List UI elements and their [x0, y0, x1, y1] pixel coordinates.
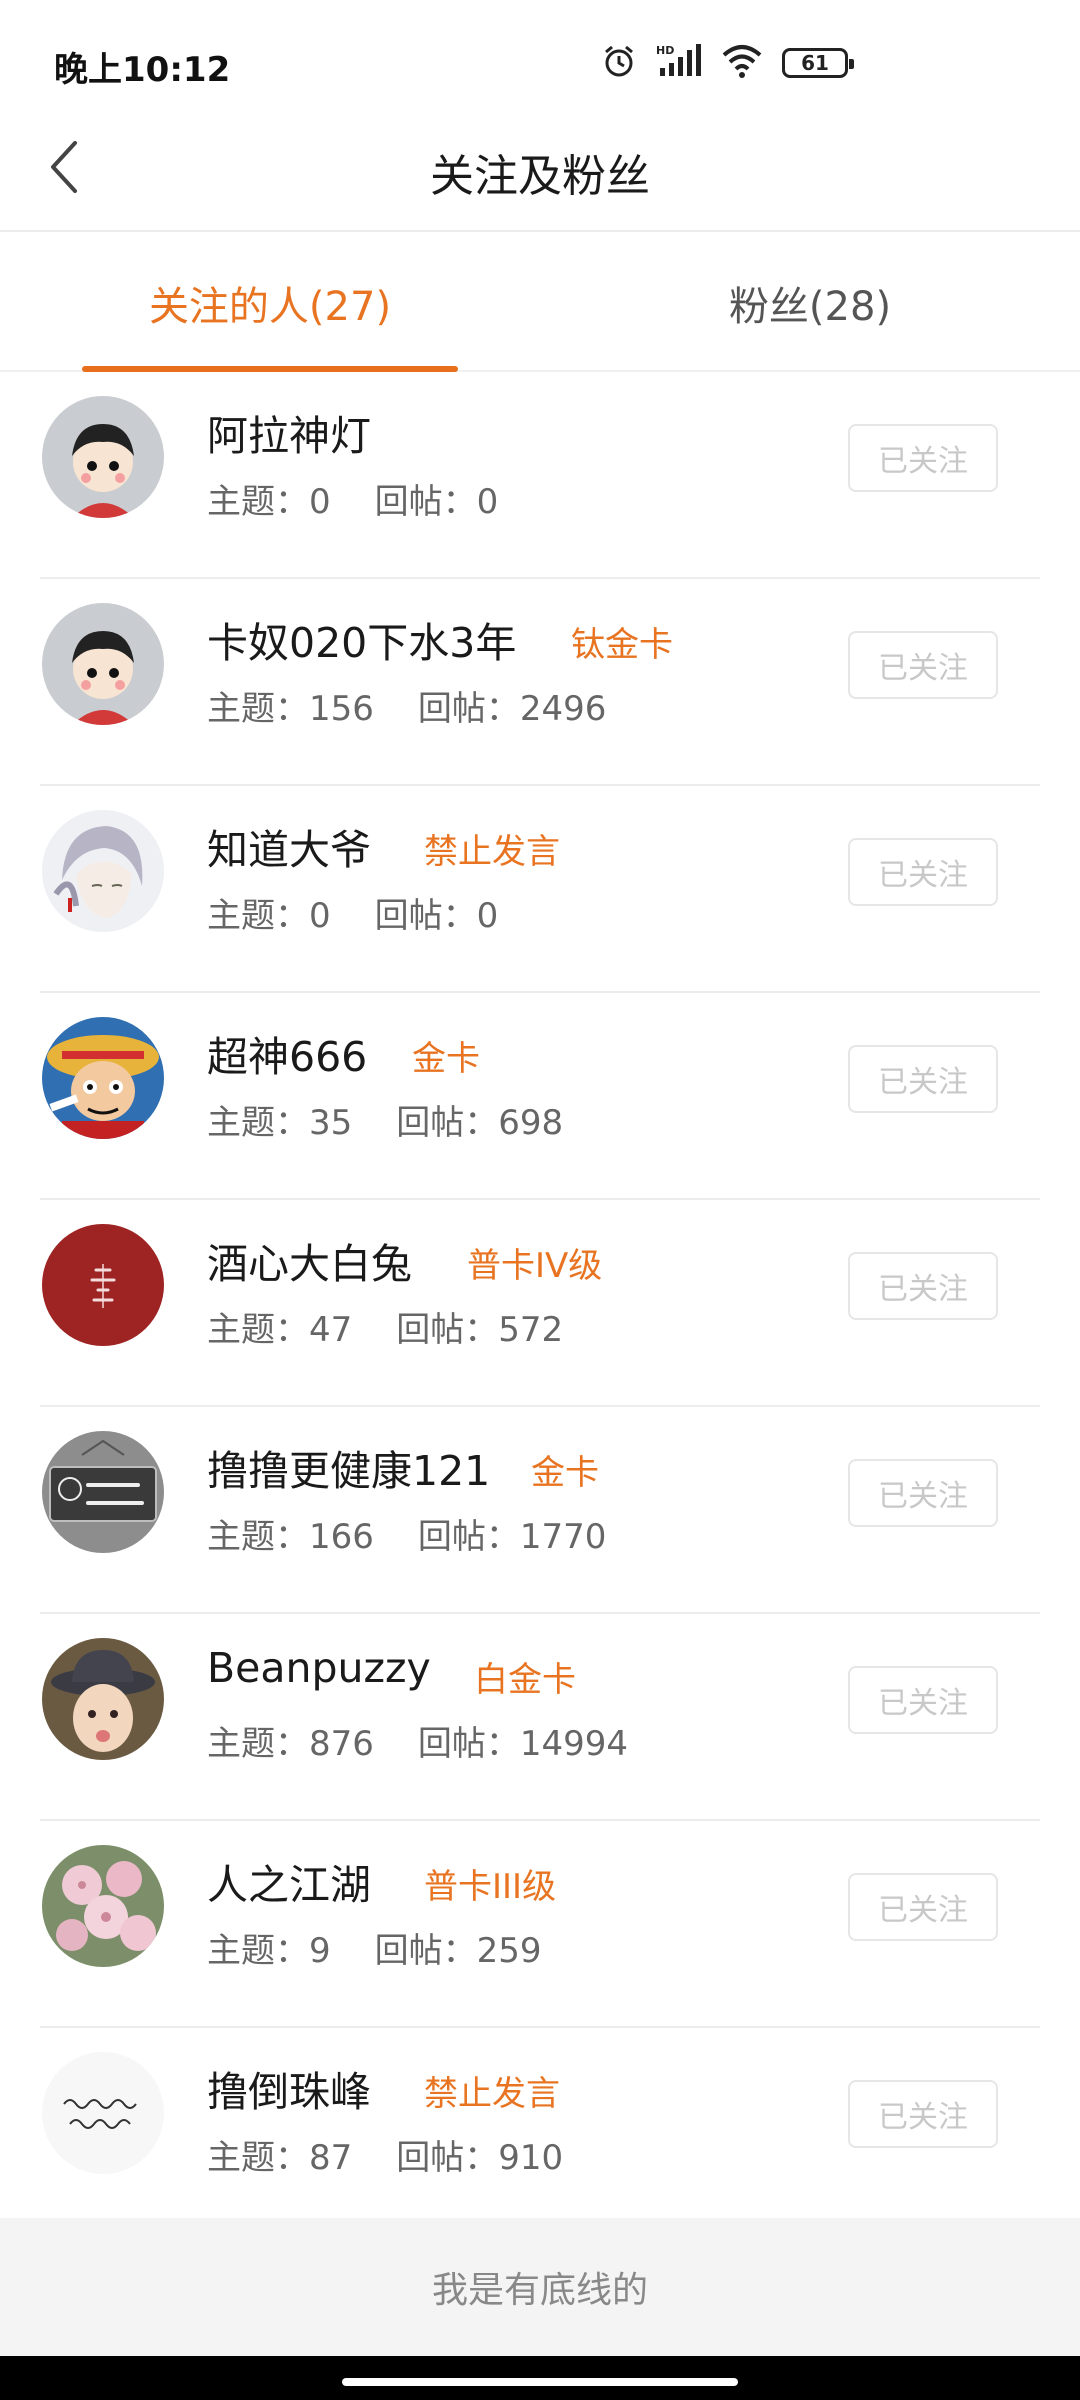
followed-button[interactable]: 已关注 [848, 1873, 998, 1941]
reply-count: 回帖：910 [396, 2138, 564, 2178]
user-badge: 金卡 [531, 1453, 599, 1493]
status-bar: 晚上10:12 HD 61 [0, 0, 1080, 110]
user-stats: 主题：87 回帖：910 [207, 2130, 563, 2179]
list-item[interactable]: 酒心大白兔 普卡IV级 主题：47 回帖：572 已关注 [0, 1200, 1080, 1407]
topic-count: 主题：35 [207, 1103, 353, 1143]
followed-button[interactable]: 已关注 [848, 1459, 998, 1527]
user-badge: 禁止发言 [424, 2074, 560, 2114]
page-title: 关注及粉丝 [430, 151, 650, 202]
topic-count: 主题：47 [207, 1310, 353, 1350]
list-item[interactable]: 超神666 金卡 主题：35 回帖：698 已关注 [0, 993, 1080, 1200]
user-name: 人之江湖 [207, 1861, 371, 1909]
followed-button[interactable]: 已关注 [848, 631, 998, 699]
status-time: 晚上10:12 [54, 50, 231, 90]
wifi-icon [720, 43, 764, 83]
avatar[interactable] [42, 396, 164, 518]
reply-count: 回帖：572 [396, 1310, 564, 1350]
user-name: 超神666 [207, 1033, 368, 1081]
user-name: 卡奴020下水3年 [207, 619, 517, 667]
hd-signal-icon: HD [656, 42, 702, 84]
user-name: 撸撸更健康121 [207, 1447, 491, 1495]
user-stats: 主题：0 回帖：0 [207, 474, 498, 523]
list-item[interactable]: Beanpuzzy 白金卡 主题：876 回帖：14994 已关注 [0, 1614, 1080, 1821]
avatar[interactable] [42, 1224, 164, 1346]
list-item[interactable]: 卡奴020下水3年 钛金卡 主题：156 回帖：2496 已关注 [0, 579, 1080, 786]
reply-count: 回帖：0 [374, 896, 499, 936]
header: 关注及粉丝 [0, 110, 1080, 232]
user-badge: 钛金卡 [571, 625, 673, 665]
topic-count: 主题：156 [207, 689, 374, 729]
avatar[interactable] [42, 810, 164, 932]
tab-following[interactable]: 关注的人(27) [0, 274, 540, 332]
home-indicator[interactable] [342, 2378, 738, 2386]
user-stats: 主题：876 回帖：14994 [207, 1716, 628, 1765]
user-stats: 主题：166 回帖：1770 [207, 1509, 606, 1558]
user-stats: 主题：47 回帖：572 [207, 1302, 563, 1351]
user-stats: 主题：156 回帖：2496 [207, 681, 606, 730]
battery-icon: 61 [782, 48, 854, 78]
user-name: 撸倒珠峰 [207, 2068, 371, 2116]
user-badge: 金卡 [412, 1039, 480, 1079]
followed-button[interactable]: 已关注 [848, 2080, 998, 2148]
alarm-icon [600, 42, 638, 84]
topic-count: 主题：87 [207, 2138, 353, 2178]
list-item[interactable]: 撸撸更健康121 金卡 主题：166 回帖：1770 已关注 [0, 1407, 1080, 1614]
reply-count: 回帖：1770 [417, 1517, 607, 1557]
user-list: 阿拉神灯 主题：0 回帖：0 已关注 卡奴020下水3年 钛金卡 主题：156 回帖… [0, 372, 1080, 2235]
tab-bar: 关注的人(27) 粉丝(28) [0, 232, 1080, 372]
reply-count: 回帖：0 [374, 482, 499, 522]
list-item[interactable]: 知道大爷 禁止发言 主题：0 回帖：0 已关注 [0, 786, 1080, 993]
user-stats: 主题：0 回帖：0 [207, 888, 498, 937]
avatar[interactable] [42, 1638, 164, 1760]
list-item[interactable]: 阿拉神灯 主题：0 回帖：0 已关注 [0, 372, 1080, 579]
user-name: 知道大爷 [207, 826, 371, 874]
user-stats: 主题：35 回帖：698 [207, 1095, 563, 1144]
followed-button[interactable]: 已关注 [848, 1252, 998, 1320]
user-badge: 普卡IV级 [467, 1246, 603, 1286]
topic-count: 主题：0 [207, 896, 331, 936]
reply-count: 回帖：14994 [417, 1724, 629, 1764]
user-badge: 白金卡 [474, 1660, 576, 1700]
followed-button[interactable]: 已关注 [848, 838, 998, 906]
status-icons: HD 61 [600, 38, 854, 88]
user-name: 酒心大白兔 [207, 1240, 412, 1288]
topic-count: 主题：9 [207, 1931, 331, 1971]
list-item[interactable]: 撸倒珠峰 禁止发言 主题：87 回帖：910 已关注 [0, 2028, 1080, 2235]
topic-count: 主题：0 [207, 482, 331, 522]
avatar[interactable] [42, 1017, 164, 1139]
list-end-footer: 我是有底线的 [0, 2218, 1080, 2356]
tab-fans[interactable]: 粉丝(28) [540, 274, 1080, 332]
reply-count: 回帖：259 [374, 1931, 542, 1971]
followed-button[interactable]: 已关注 [848, 424, 998, 492]
svg-text:HD: HD [656, 44, 674, 57]
user-badge: 普卡III级 [424, 1867, 557, 1907]
user-stats: 主题：9 回帖：259 [207, 1923, 542, 1972]
avatar[interactable] [42, 1431, 164, 1553]
topic-count: 主题：876 [207, 1724, 374, 1764]
user-badge: 禁止发言 [424, 832, 560, 872]
reply-count: 回帖：2496 [417, 689, 607, 729]
topic-count: 主题：166 [207, 1517, 374, 1557]
avatar[interactable] [42, 603, 164, 725]
user-name: Beanpuzzy [207, 1644, 431, 1692]
user-name: 阿拉神灯 [207, 412, 371, 460]
reply-count: 回帖：698 [396, 1103, 564, 1143]
followed-button[interactable]: 已关注 [848, 1045, 998, 1113]
list-item[interactable]: 人之江湖 普卡III级 主题：9 回帖：259 已关注 [0, 1821, 1080, 2028]
avatar[interactable] [42, 2052, 164, 2174]
followed-button[interactable]: 已关注 [848, 1666, 998, 1734]
avatar[interactable] [42, 1845, 164, 1967]
